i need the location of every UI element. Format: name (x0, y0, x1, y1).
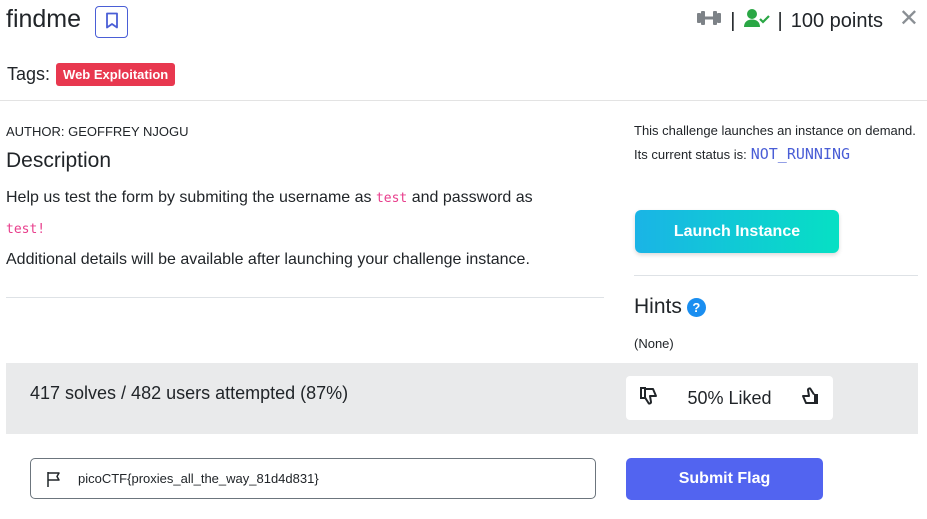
challenge-header: findme | | 100 points ✕ Tags: Web Exploi… (0, 0, 927, 101)
description-text-part: Additional details will be available aft… (6, 251, 530, 268)
instance-info: This challenge launches an instance on d… (634, 123, 916, 138)
hints-heading: Hints ? (634, 295, 706, 319)
divider (6, 297, 604, 298)
divider (634, 275, 918, 276)
close-icon[interactable]: ✕ (899, 4, 919, 33)
description-text: Help us test the form by submiting the u… (6, 183, 596, 275)
thumbs-down-icon[interactable] (638, 385, 660, 412)
code-username: test (375, 191, 408, 206)
description-section: AUTHOR: GEOFFREY NJOGU Description Help … (6, 122, 604, 275)
flag-icon (46, 471, 62, 487)
description-heading: Description (6, 149, 112, 172)
hints-label: Hints (634, 295, 682, 318)
instance-status-line: Its current status is: NOT_RUNNING (634, 145, 918, 163)
description-text-part: and password as (407, 189, 533, 206)
like-box: 50% Liked (626, 376, 833, 420)
launch-instance-button[interactable]: Launch Instance (635, 210, 839, 253)
status-label: Its current status is: (634, 147, 747, 162)
bookmark-icon (105, 12, 119, 32)
question-circle-icon[interactable]: ? (686, 297, 706, 317)
code-password: test! (6, 222, 46, 237)
dumbbell-icon (696, 9, 722, 33)
hints-value: (None) (634, 336, 674, 351)
liked-percentage: 50% Liked (687, 387, 772, 408)
author: AUTHOR: GEOFFREY NJOGU (6, 124, 189, 139)
bookmark-button[interactable] (95, 6, 128, 38)
flag-input-group (30, 458, 596, 499)
tag-web-exploitation[interactable]: Web Exploitation (56, 63, 176, 86)
solves-count: 417 solves / 482 users attempted (87%) (30, 383, 349, 403)
thumbs-up-icon[interactable] (799, 385, 821, 412)
user-check-icon (743, 8, 770, 34)
challenge-title: findme (6, 5, 82, 33)
points: 100 points (790, 9, 883, 32)
tags-label: Tags: (7, 64, 51, 84)
submit-flag-button[interactable]: Submit Flag (626, 458, 823, 500)
challenge-meta: | | 100 points (696, 8, 883, 34)
meta-separator: | (730, 9, 736, 32)
status-value: NOT_RUNNING (750, 145, 851, 163)
instance-panel: This challenge launches an instance on d… (634, 118, 918, 253)
stats-bar: 417 solves / 482 users attempted (87%) 5… (6, 363, 918, 434)
description-text-part: Help us test the form by submiting the u… (6, 189, 376, 206)
tags-row: Tags: Web Exploitation (7, 63, 176, 86)
flag-input[interactable] (78, 471, 558, 486)
meta-separator: | (777, 9, 783, 32)
